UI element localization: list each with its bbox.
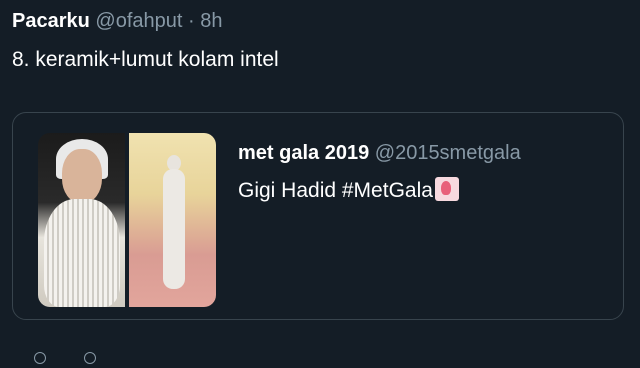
author-handle[interactable]: @ofahput xyxy=(95,10,182,32)
model-gown xyxy=(44,199,120,307)
quoted-header: met gala 2019 @2015smetgala xyxy=(238,139,521,167)
reply-icon[interactable] xyxy=(34,352,46,364)
tweet-text: 8. keramik+lumut kolam intel xyxy=(12,48,279,71)
tweet-header: Pacarku @ofahput · 8h xyxy=(12,8,222,34)
quoted-tweet[interactable]: met gala 2019 @2015smetgala Gigi Hadid #… xyxy=(12,112,624,320)
model-face xyxy=(62,149,102,203)
retweet-icon[interactable] xyxy=(84,352,96,364)
model-body xyxy=(163,169,185,289)
flamingo-icon xyxy=(434,177,459,201)
quoted-author-handle[interactable]: @2015smetgala xyxy=(375,142,521,164)
header-separator: · xyxy=(188,10,195,32)
author-name[interactable]: Pacarku xyxy=(12,10,90,32)
tweet[interactable]: Pacarku @ofahput · 8h 8. keramik+lumut k… xyxy=(0,0,640,364)
tweet-actions xyxy=(34,348,96,368)
quoted-text-content: Gigi Hadid #MetGala xyxy=(238,179,433,202)
media-image-1[interactable] xyxy=(38,133,125,307)
quoted-text: Gigi Hadid #MetGala xyxy=(238,177,459,205)
media-image-2[interactable] xyxy=(129,133,216,307)
quoted-media[interactable] xyxy=(38,133,216,307)
tweet-timestamp[interactable]: 8h xyxy=(200,10,222,32)
quoted-author-name[interactable]: met gala 2019 xyxy=(238,142,369,164)
